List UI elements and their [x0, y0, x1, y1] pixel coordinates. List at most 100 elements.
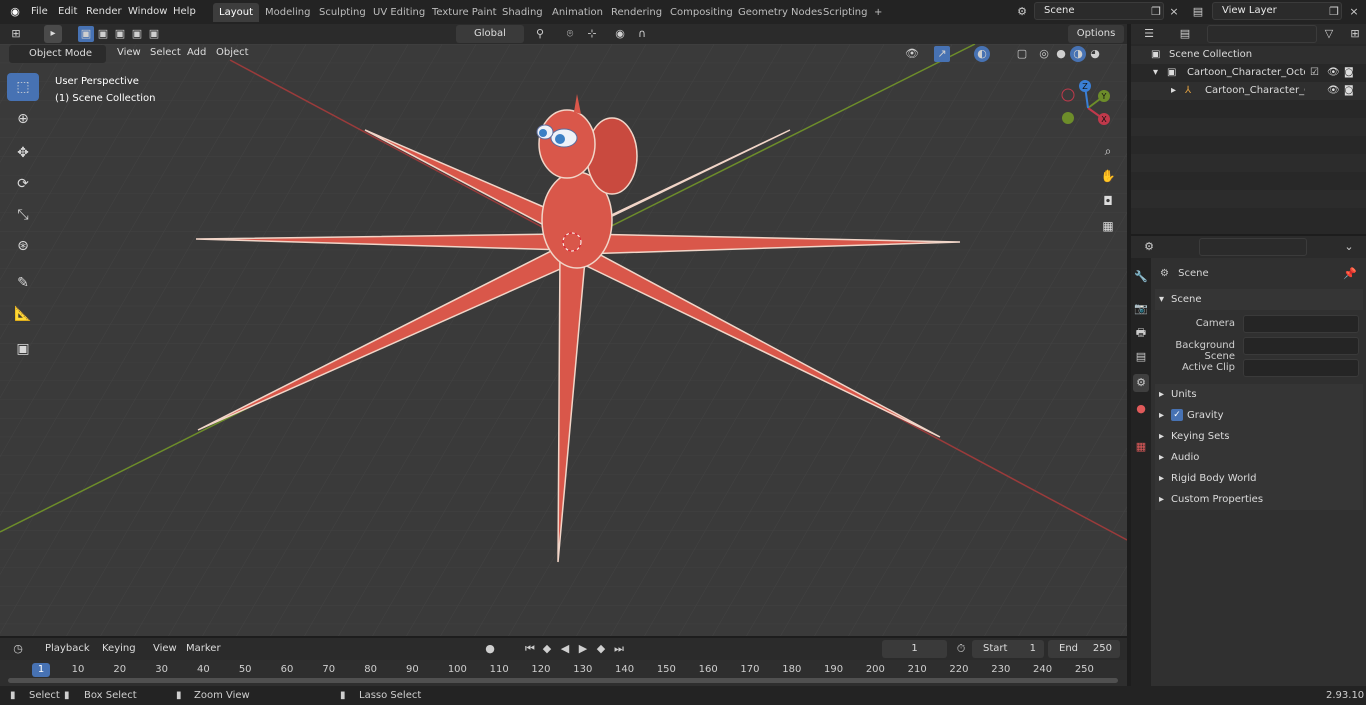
filter-icon[interactable]: ▽: [1321, 26, 1337, 42]
add-cube-tool-icon[interactable]: ▣: [7, 335, 39, 363]
overlay-toggle-icon[interactable]: ◐: [974, 46, 990, 62]
xray-icon[interactable]: ▢: [1014, 46, 1030, 62]
gravity-checkbox[interactable]: ✓: [1171, 409, 1183, 421]
eye-icon[interactable]: 👁: [1327, 82, 1340, 100]
pivot-icon[interactable]: ⚲: [532, 26, 548, 42]
gizmo-toggle-icon[interactable]: ↗: [934, 46, 950, 62]
render-camera-icon[interactable]: ◙: [1344, 82, 1354, 100]
tab-rendering[interactable]: Rendering: [605, 3, 668, 22]
record-icon[interactable]: ●: [482, 641, 498, 657]
3d-viewport[interactable]: User Perspective (1) Scene Collection Z …: [0, 44, 1127, 636]
wireframe-shading-icon[interactable]: ◎: [1036, 46, 1052, 62]
view-layer-selector[interactable]: View Layer: [1212, 2, 1342, 20]
outliner-row-octopus-collection[interactable]: ▾ ▣ Cartoon_Character_Octopus_ ☑ 👁 ◙: [1131, 64, 1366, 82]
timeline-editor-icon[interactable]: ◷: [10, 641, 26, 657]
outliner-editor-icon[interactable]: ☰: [1141, 26, 1157, 42]
panel-scene-header[interactable]: ▾ Scene: [1155, 289, 1363, 310]
camera-view-icon[interactable]: ◘: [1097, 190, 1119, 212]
world-tab-icon[interactable]: ●: [1133, 400, 1149, 418]
select-mode-subtract-icon[interactable]: ▣: [112, 26, 128, 42]
snap-target-icon[interactable]: ⊹: [584, 26, 600, 42]
view-layer-icon[interactable]: ▤: [1190, 4, 1206, 20]
scene-selector[interactable]: Scene: [1034, 2, 1164, 20]
menu-edit[interactable]: Edit: [54, 3, 81, 21]
tool-tab-icon[interactable]: 🔧: [1133, 268, 1149, 286]
current-frame-field[interactable]: 1: [882, 640, 947, 658]
zoom-icon[interactable]: ⌕: [1097, 140, 1119, 162]
move-tool-icon[interactable]: ✥: [7, 139, 39, 167]
tab-modeling[interactable]: Modeling: [259, 3, 317, 22]
outliner-row-scene-collection[interactable]: ▣ Scene Collection: [1131, 46, 1366, 64]
object-mode-dropdown[interactable]: Object Mode: [9, 45, 106, 63]
eye-icon[interactable]: 👁: [1327, 64, 1340, 82]
options-button[interactable]: Options: [1068, 25, 1124, 43]
play-icon[interactable]: ▶: [575, 641, 591, 657]
proportional-edit-icon[interactable]: ◉: [612, 26, 628, 42]
prev-keyframe-icon[interactable]: ◆: [539, 641, 555, 657]
end-frame-field[interactable]: End 250: [1048, 640, 1120, 658]
material-shading-icon[interactable]: ◑: [1070, 46, 1086, 62]
select-box-tool-icon[interactable]: ⬚: [7, 73, 39, 101]
navigation-gizmo[interactable]: Z Y X: [1058, 78, 1118, 138]
close-view-layer-icon[interactable]: ×: [1346, 4, 1362, 20]
scale-tool-icon[interactable]: ⤡: [7, 201, 39, 229]
solid-shading-icon[interactable]: ●: [1053, 46, 1069, 62]
jump-start-icon[interactable]: ⏮: [522, 641, 538, 657]
scene-tab-icon[interactable]: ⚙: [1133, 374, 1149, 392]
menu-object[interactable]: Object: [211, 45, 254, 61]
ortho-grid-icon[interactable]: ▦: [1097, 215, 1119, 237]
select-mode-invert-icon[interactable]: ▣: [129, 26, 145, 42]
menu-keying[interactable]: Keying: [97, 640, 141, 658]
stopwatch-icon[interactable]: ⏱: [953, 641, 969, 657]
tab-texture-paint[interactable]: Texture Paint: [426, 3, 503, 22]
menu-window[interactable]: Window: [124, 3, 171, 21]
visibility-icon[interactable]: 👁: [904, 46, 920, 62]
menu-render[interactable]: Render: [82, 3, 126, 21]
viewport-scene[interactable]: [0, 44, 1127, 636]
falloff-icon[interactable]: ∩: [634, 26, 650, 42]
scene-type-icon[interactable]: ⚙: [1014, 4, 1030, 20]
annotate-tool-icon[interactable]: ✎: [7, 269, 39, 297]
exclude-checkbox-icon[interactable]: ☑: [1310, 64, 1319, 82]
rendered-shading-icon[interactable]: ◕: [1087, 46, 1103, 62]
render-tab-icon[interactable]: 📷: [1133, 300, 1149, 318]
pan-hand-icon[interactable]: ✋: [1097, 165, 1119, 187]
texture-tab-icon[interactable]: ▦: [1133, 438, 1149, 456]
active-clip-field[interactable]: [1243, 359, 1359, 377]
panel-keying-sets[interactable]: ▸ Keying Sets: [1155, 426, 1363, 447]
timeline-ruler[interactable]: 1 10 20 30 40 50 60 70 80 90 100 110 120 130 140 150 16…: [0, 660, 1127, 686]
transform-tool-icon[interactable]: ⊛: [7, 232, 39, 260]
outliner-row-octopus-armature[interactable]: ▸ ⅄ Cartoon_Character_Octo 👁 ◙: [1131, 82, 1366, 100]
menu-help[interactable]: Help: [169, 3, 200, 21]
expand-arrow-icon[interactable]: ▸: [1171, 82, 1176, 100]
panel-audio[interactable]: ▸ Audio: [1155, 447, 1363, 468]
menu-playback[interactable]: Playback: [40, 640, 95, 658]
jump-end-icon[interactable]: ⏭: [611, 641, 627, 657]
camera-field[interactable]: [1243, 315, 1359, 333]
properties-search[interactable]: [1199, 238, 1307, 256]
panel-gravity[interactable]: ▸ ✓ Gravity: [1155, 405, 1363, 426]
menu-marker[interactable]: Marker: [181, 640, 226, 658]
rotate-tool-icon[interactable]: ⟳: [7, 170, 39, 198]
tab-compositing[interactable]: Compositing: [664, 3, 739, 22]
editor-type-icon[interactable]: ⊞: [8, 26, 24, 42]
panel-units[interactable]: ▸ Units: [1155, 384, 1363, 405]
tab-sculpting[interactable]: Sculpting: [313, 3, 372, 22]
play-reverse-icon[interactable]: ◀: [557, 641, 573, 657]
menu-file[interactable]: File: [27, 3, 52, 21]
timeline-scrollbar[interactable]: [8, 678, 1118, 683]
panel-rigid-body-world[interactable]: ▸ Rigid Body World: [1155, 468, 1363, 489]
cursor-tool-icon[interactable]: ⊕: [7, 105, 39, 133]
blender-logo-icon[interactable]: ◉: [7, 4, 23, 20]
tab-uv-editing[interactable]: UV Editing: [367, 3, 431, 22]
panel-custom-properties[interactable]: ▸ Custom Properties: [1155, 489, 1363, 510]
menu-view[interactable]: View: [112, 45, 146, 61]
menu-add[interactable]: Add: [182, 45, 211, 61]
output-tab-icon[interactable]: 🖶: [1133, 324, 1149, 342]
select-mode-intersect-icon[interactable]: ▣: [146, 26, 162, 42]
new-collection-icon[interactable]: ⊞: [1347, 26, 1363, 42]
tab-layout[interactable]: Layout: [213, 3, 259, 22]
copy-scene-icon[interactable]: ❐: [1148, 4, 1164, 20]
properties-editor-icon[interactable]: ⚙: [1141, 239, 1157, 255]
menu-select[interactable]: Select: [145, 45, 186, 61]
